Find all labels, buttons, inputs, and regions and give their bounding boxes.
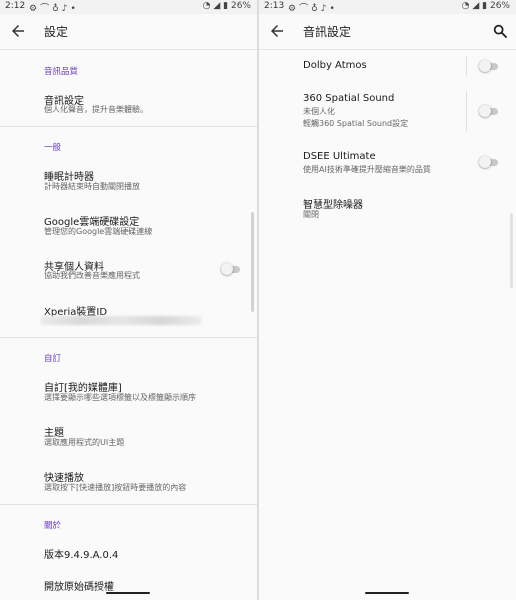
toggle-knob bbox=[479, 60, 491, 72]
bulb-icon: ♁ bbox=[52, 4, 62, 14]
gesture-nav-bar[interactable] bbox=[106, 592, 150, 594]
dsee-ultimate-toggle[interactable] bbox=[479, 155, 499, 169]
item-title: DSEE Ultimate bbox=[303, 151, 376, 162]
dot-icon: • bbox=[70, 4, 79, 14]
signal-icon: ◢ bbox=[472, 1, 480, 11]
item-subtitle: 協助我們改善音樂應用程式 bbox=[44, 271, 140, 280]
gear-icon: ⚙ bbox=[288, 4, 300, 14]
item-separator bbox=[466, 91, 467, 131]
dolby-atmos-toggle[interactable] bbox=[479, 59, 499, 73]
battery-percent: 26% bbox=[489, 1, 510, 11]
section-header-general: 一般 bbox=[44, 143, 62, 153]
version-text: 版本9.4.9.A.0.4 bbox=[44, 550, 119, 561]
notification-icons: ⚙⌒♁♪• bbox=[288, 1, 338, 14]
wifi-icon: ◔ bbox=[202, 1, 211, 11]
settings-screen: 2:12 ⚙⌒♁♪• ◔ ◢ ▮ 26% 設定 音訊品質 音訊設定 個人化聲音，… bbox=[0, 0, 257, 600]
status-bar: 2:13 ⚙⌒♁♪• ◔ ◢ ▮ 26% bbox=[259, 0, 516, 14]
wifi-icon: ◔ bbox=[461, 1, 470, 11]
spatial-sound-toggle[interactable] bbox=[479, 104, 499, 118]
search-icon[interactable] bbox=[492, 23, 508, 39]
item-title: 開放原始碼授權 bbox=[44, 582, 114, 593]
audio-settings-screen: 2:13 ⚙⌒♁♪• ◔ ◢ ▮ 26% 音訊設定 Dolby Atmos 36… bbox=[259, 0, 516, 600]
status-time: 2:13 bbox=[264, 1, 285, 11]
gesture-nav-bar[interactable] bbox=[365, 592, 409, 594]
battery-icon: ▮ bbox=[223, 1, 229, 11]
back-arrow-icon[interactable] bbox=[9, 22, 27, 40]
item-subtitle-secondary: 輕觸360 Spatial Sound設定 bbox=[303, 119, 409, 128]
item-separator bbox=[466, 56, 467, 76]
status-time: 2:12 bbox=[5, 1, 26, 11]
item-title: 360 Spatial Sound bbox=[303, 93, 395, 104]
notification-icons: ⚙⌒♁♪• bbox=[29, 1, 79, 14]
item-subtitle: 選取應用程式的UI主題 bbox=[44, 438, 125, 447]
back-arrow-icon[interactable] bbox=[268, 22, 286, 40]
status-bar: 2:12 ⚙⌒♁♪• ◔ ◢ ▮ 26% bbox=[0, 0, 257, 14]
item-subtitle: 選取按下[快速播放]按鈕時要播放的內容 bbox=[44, 483, 187, 492]
cast-icon: ⌒ bbox=[299, 4, 312, 14]
app-bar: 音訊設定 bbox=[259, 14, 516, 50]
item-subtitle: 計時器結束時自動關閉播放 bbox=[44, 182, 140, 191]
item-subtitle: 關閉 bbox=[303, 210, 319, 219]
item-subtitle: 管理您的Google雲端硬碟連線 bbox=[44, 227, 153, 236]
dot-icon: • bbox=[329, 4, 338, 14]
section-header-audio-quality: 音訊品質 bbox=[44, 67, 79, 77]
system-icons: ◔ ◢ ▮ 26% bbox=[462, 1, 510, 11]
toggle-knob bbox=[479, 156, 491, 168]
toggle-knob bbox=[479, 105, 491, 117]
share-data-toggle[interactable] bbox=[221, 262, 241, 276]
system-icons: ◔ ◢ ▮ 26% bbox=[203, 1, 251, 11]
bulb-icon: ♁ bbox=[311, 4, 321, 14]
cast-icon: ⌒ bbox=[40, 4, 53, 14]
item-subtitle: 使用AI技術準確提升壓縮音樂的品質 bbox=[303, 165, 431, 174]
page-title: 音訊設定 bbox=[303, 25, 352, 39]
section-divider bbox=[0, 504, 257, 505]
item-subtitle: 選擇要顯示哪些選項標籤以及標籤顯示順序 bbox=[44, 393, 196, 402]
section-divider bbox=[0, 126, 257, 127]
scroll-indicator[interactable] bbox=[510, 213, 513, 288]
item-subtitle: 未個人化 bbox=[303, 107, 335, 116]
page-title: 設定 bbox=[44, 25, 69, 39]
signal-icon: ◢ bbox=[213, 1, 221, 11]
scroll-indicator[interactable] bbox=[251, 212, 254, 312]
section-divider bbox=[0, 337, 257, 338]
blurred-device-id bbox=[40, 316, 202, 325]
app-bar: 設定 bbox=[0, 14, 257, 50]
gear-icon: ⚙ bbox=[29, 4, 41, 14]
section-header-about: 關於 bbox=[44, 521, 62, 531]
item-title: Dolby Atmos bbox=[303, 60, 367, 71]
section-header-customize: 自訂 bbox=[44, 354, 62, 364]
toggle-knob bbox=[221, 263, 233, 275]
battery-percent: 26% bbox=[230, 1, 251, 11]
battery-icon: ▮ bbox=[482, 1, 488, 11]
item-subtitle: 個人化聲音，提升音樂體驗。 bbox=[44, 105, 148, 114]
